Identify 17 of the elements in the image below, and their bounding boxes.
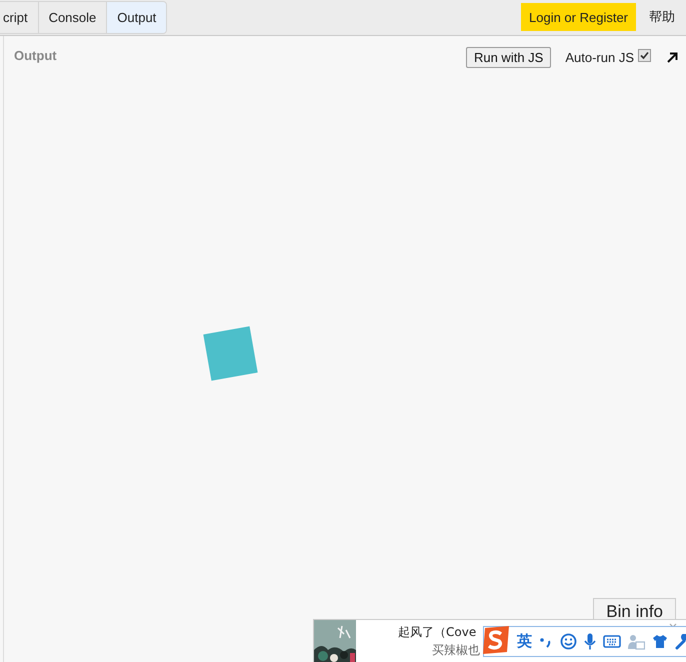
- smiley-icon[interactable]: [560, 633, 577, 650]
- song-title: 起风了（Cove: [398, 624, 476, 641]
- shirt-icon[interactable]: [652, 634, 668, 649]
- keyboard-icon[interactable]: [603, 635, 621, 648]
- microphone-icon[interactable]: [584, 633, 596, 650]
- run-button[interactable]: Run with JS: [466, 47, 552, 68]
- input-mode[interactable]: 英: [517, 632, 532, 651]
- tab[interactable]: Output: [107, 2, 166, 33]
- tab[interactable]: Console: [38, 2, 108, 33]
- panel-title: Output: [14, 48, 57, 63]
- checkbox-label: Auto-run JS: [565, 50, 634, 65]
- checkbox[interactable]: [638, 48, 651, 62]
- logo-icon[interactable]: [482, 624, 510, 654]
- song-artist: 买辣椒也: [432, 642, 480, 659]
- help-link[interactable]: 帮助: [636, 8, 686, 26]
- login-button[interactable]: Login or Register: [521, 3, 636, 31]
- expand-icon[interactable]: [667, 52, 678, 63]
